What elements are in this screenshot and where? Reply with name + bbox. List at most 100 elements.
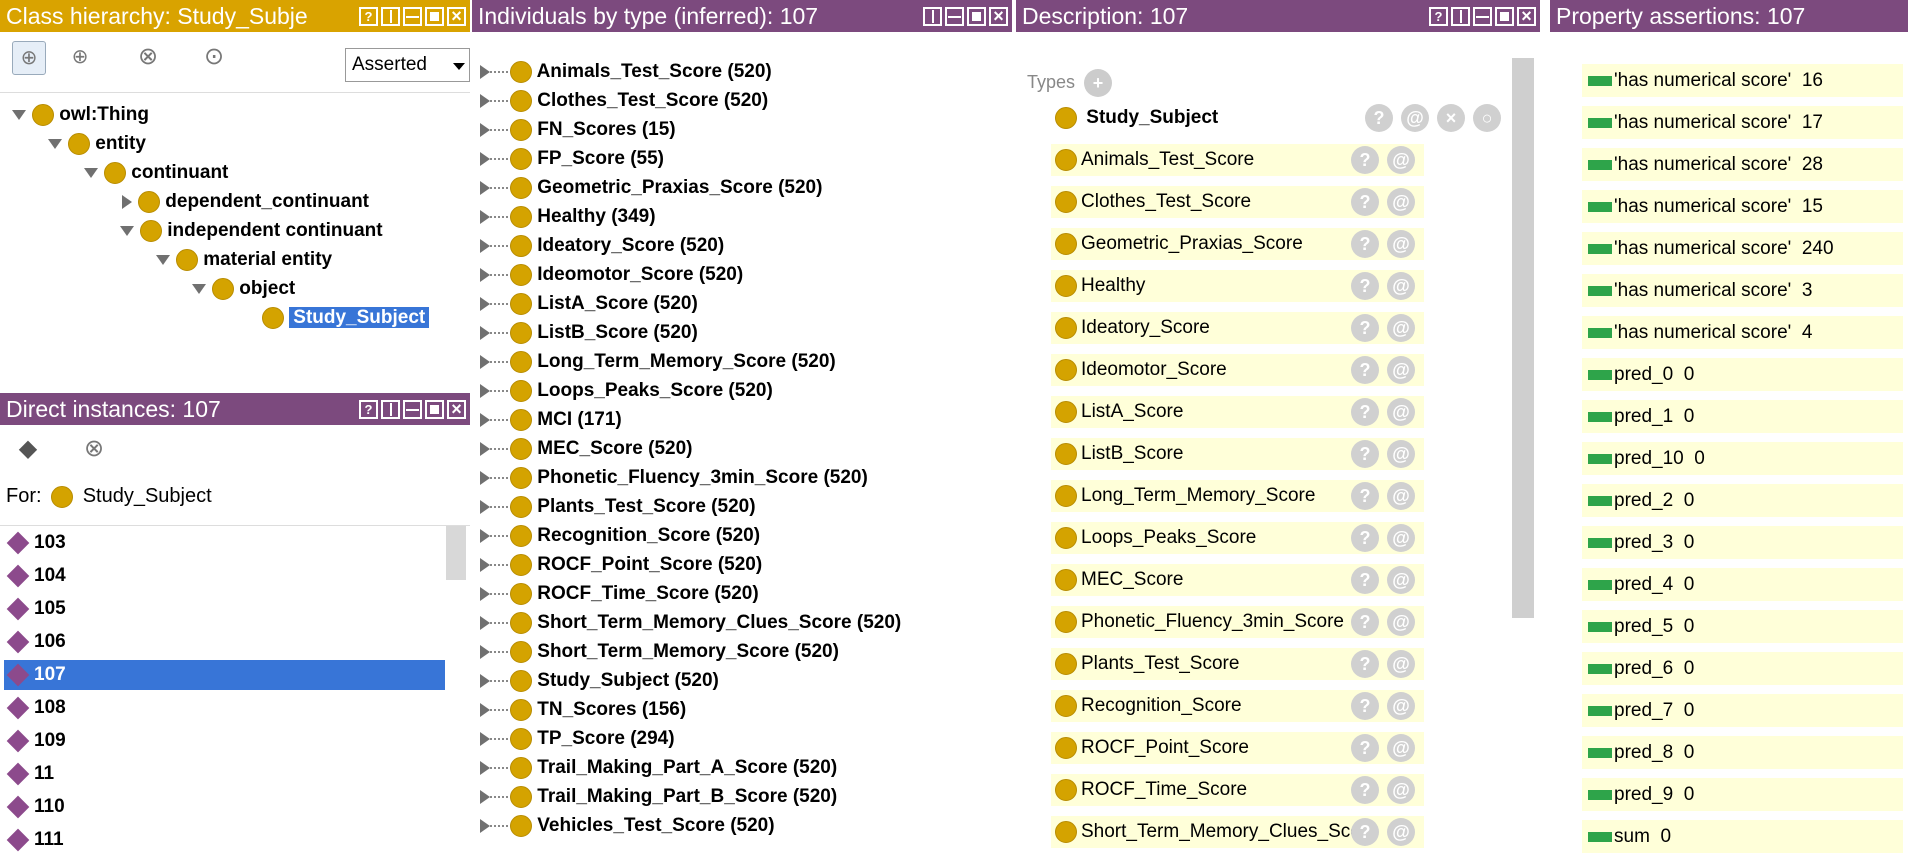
- tree-node-type[interactable]: Study_Subject (520): [472, 669, 719, 693]
- explain-icon[interactable]: ?: [1351, 440, 1379, 468]
- type-row[interactable]: Plants_Test_Score? @: [1051, 648, 1424, 680]
- annotate-icon[interactable]: @: [1387, 230, 1415, 258]
- property-row[interactable]: pred_2 0: [1582, 484, 1903, 517]
- expand-icon[interactable]: [480, 267, 490, 282]
- expand-icon[interactable]: [480, 586, 490, 601]
- list-item[interactable]: 110: [4, 792, 445, 822]
- tree-node-type[interactable]: Vehicles_Test_Score (520): [472, 814, 775, 838]
- tree-node-owl-thing[interactable]: owl:Thing: [12, 103, 149, 127]
- expand-icon[interactable]: [480, 383, 490, 398]
- help-icon[interactable]: [359, 394, 378, 425]
- expand-icon[interactable]: [480, 673, 490, 688]
- tree-node-type[interactable]: Healthy (349): [472, 205, 656, 229]
- annotate-icon[interactable]: @: [1387, 398, 1415, 426]
- close-icon[interactable]: [989, 0, 1008, 32]
- list-item[interactable]: 111: [4, 825, 445, 855]
- explain-icon[interactable]: ?: [1351, 650, 1379, 678]
- tree-node-type[interactable]: Short_Term_Memory_Clues_Score (520): [472, 611, 901, 635]
- type-row-primary[interactable]: Study_Subject ? @ × ○: [1051, 102, 1524, 134]
- expand-icon[interactable]: [480, 325, 490, 340]
- expand-icon[interactable]: [480, 615, 490, 630]
- annotate-icon[interactable]: @: [1387, 146, 1415, 174]
- maximize-icon[interactable]: [1495, 7, 1514, 26]
- tree-node-object[interactable]: object: [192, 277, 295, 301]
- tree-node-type[interactable]: Clothes_Test_Score (520): [472, 89, 768, 113]
- tree-node-type[interactable]: Trail_Making_Part_B_Score (520): [472, 785, 837, 809]
- annotate-icon[interactable]: @: [1387, 272, 1415, 300]
- list-item[interactable]: 108: [4, 693, 445, 723]
- expand-icon[interactable]: [480, 731, 490, 746]
- collapse-icon[interactable]: [120, 225, 134, 236]
- type-row[interactable]: ROCF_Time_Score? @: [1051, 774, 1424, 806]
- tree-node-type[interactable]: Ideomotor_Score (520): [472, 263, 743, 287]
- explain-icon[interactable]: ?: [1351, 356, 1379, 384]
- delete-icon[interactable]: ×: [1437, 104, 1465, 132]
- tree-node-type[interactable]: TP_Score (294): [472, 727, 675, 751]
- tree-node-type[interactable]: ListB_Score (520): [472, 321, 698, 345]
- property-row[interactable]: 'has numerical score' 15: [1582, 190, 1903, 223]
- split-vertical-icon[interactable]: [381, 400, 400, 419]
- property-row[interactable]: pred_0 0: [1582, 358, 1903, 391]
- property-row[interactable]: pred_4 0: [1582, 568, 1903, 601]
- property-row[interactable]: sum 0: [1582, 820, 1903, 853]
- tree-node-continuant[interactable]: continuant: [84, 161, 228, 185]
- type-row[interactable]: Ideomotor_Score? @: [1051, 354, 1424, 386]
- annotate-icon[interactable]: @: [1387, 566, 1415, 594]
- maximize-icon[interactable]: [967, 7, 986, 26]
- collapse-icon[interactable]: [84, 167, 98, 178]
- list-item[interactable]: 11: [4, 759, 445, 789]
- split-horizontal-icon[interactable]: [945, 7, 964, 26]
- explain-icon[interactable]: ?: [1351, 482, 1379, 510]
- tree-node-type[interactable]: Trail_Making_Part_A_Score (520): [472, 756, 837, 780]
- expand-icon[interactable]: [480, 64, 490, 79]
- instance-list[interactable]: 103 104 105 106 107 108 109 11 110 111: [0, 525, 470, 857]
- expand-icon[interactable]: [480, 702, 490, 717]
- tree-node-type[interactable]: Ideatory_Score (520): [472, 234, 724, 258]
- expand-icon[interactable]: [480, 93, 490, 108]
- expand-icon[interactable]: [480, 499, 490, 514]
- expand-icon[interactable]: [480, 644, 490, 659]
- type-row[interactable]: Ideatory_Score? @: [1051, 312, 1424, 344]
- add-subclass-icon[interactable]: ⊕: [12, 41, 46, 75]
- hierarchy-mode-select[interactable]: Asserted: [345, 48, 470, 82]
- explain-icon[interactable]: ?: [1351, 608, 1379, 636]
- collapse-icon[interactable]: [156, 254, 170, 265]
- tree-node-type[interactable]: Loops_Peaks_Score (520): [472, 379, 773, 403]
- explain-icon[interactable]: ?: [1351, 146, 1379, 174]
- tree-node-type[interactable]: Long_Term_Memory_Score (520): [472, 350, 836, 374]
- tree-node-type[interactable]: FN_Scores (15): [472, 118, 676, 142]
- property-row[interactable]: pred_6 0: [1582, 652, 1903, 685]
- list-item-selected[interactable]: 107: [4, 660, 445, 690]
- property-row[interactable]: 'has numerical score' 17: [1582, 106, 1903, 139]
- split-vertical-icon[interactable]: [923, 7, 942, 26]
- tree-node-type[interactable]: Recognition_Score (520): [472, 524, 760, 548]
- explain-icon[interactable]: ?: [1351, 230, 1379, 258]
- explain-icon[interactable]: ?: [1351, 398, 1379, 426]
- list-item[interactable]: 105: [4, 594, 445, 624]
- type-row[interactable]: Loops_Peaks_Score? @: [1051, 522, 1424, 554]
- expand-icon[interactable]: [480, 789, 490, 804]
- explain-icon[interactable]: ?: [1351, 272, 1379, 300]
- annotate-icon[interactable]: @: [1387, 650, 1415, 678]
- help-icon[interactable]: [359, 1, 378, 32]
- expand-icon[interactable]: [480, 470, 490, 485]
- type-row[interactable]: Short_Term_Memory_Clues_Sco? @: [1051, 816, 1424, 848]
- list-item[interactable]: 106: [4, 627, 445, 657]
- list-item[interactable]: 109: [4, 726, 445, 756]
- collapse-icon[interactable]: [192, 283, 206, 294]
- close-icon[interactable]: [447, 393, 466, 425]
- type-row[interactable]: ROCF_Point_Score? @: [1051, 732, 1424, 764]
- property-row[interactable]: pred_3 0: [1582, 526, 1903, 559]
- maximize-icon[interactable]: [425, 400, 444, 419]
- explain-icon[interactable]: ?: [1351, 314, 1379, 342]
- expand-icon[interactable]: [480, 296, 490, 311]
- maximize-icon[interactable]: [425, 7, 444, 26]
- tree-node-type[interactable]: Phonetic_Fluency_3min_Score (520): [472, 466, 868, 490]
- expand-icon[interactable]: [480, 441, 490, 456]
- expand-icon[interactable]: [480, 557, 490, 572]
- tree-node-type[interactable]: Short_Term_Memory_Score (520): [472, 640, 839, 664]
- property-row[interactable]: pred_7 0: [1582, 694, 1903, 727]
- property-row[interactable]: 'has numerical score' 3: [1582, 274, 1903, 307]
- type-row[interactable]: ListA_Score? @: [1051, 396, 1424, 428]
- tree-node-type[interactable]: ROCF_Time_Score (520): [472, 582, 759, 606]
